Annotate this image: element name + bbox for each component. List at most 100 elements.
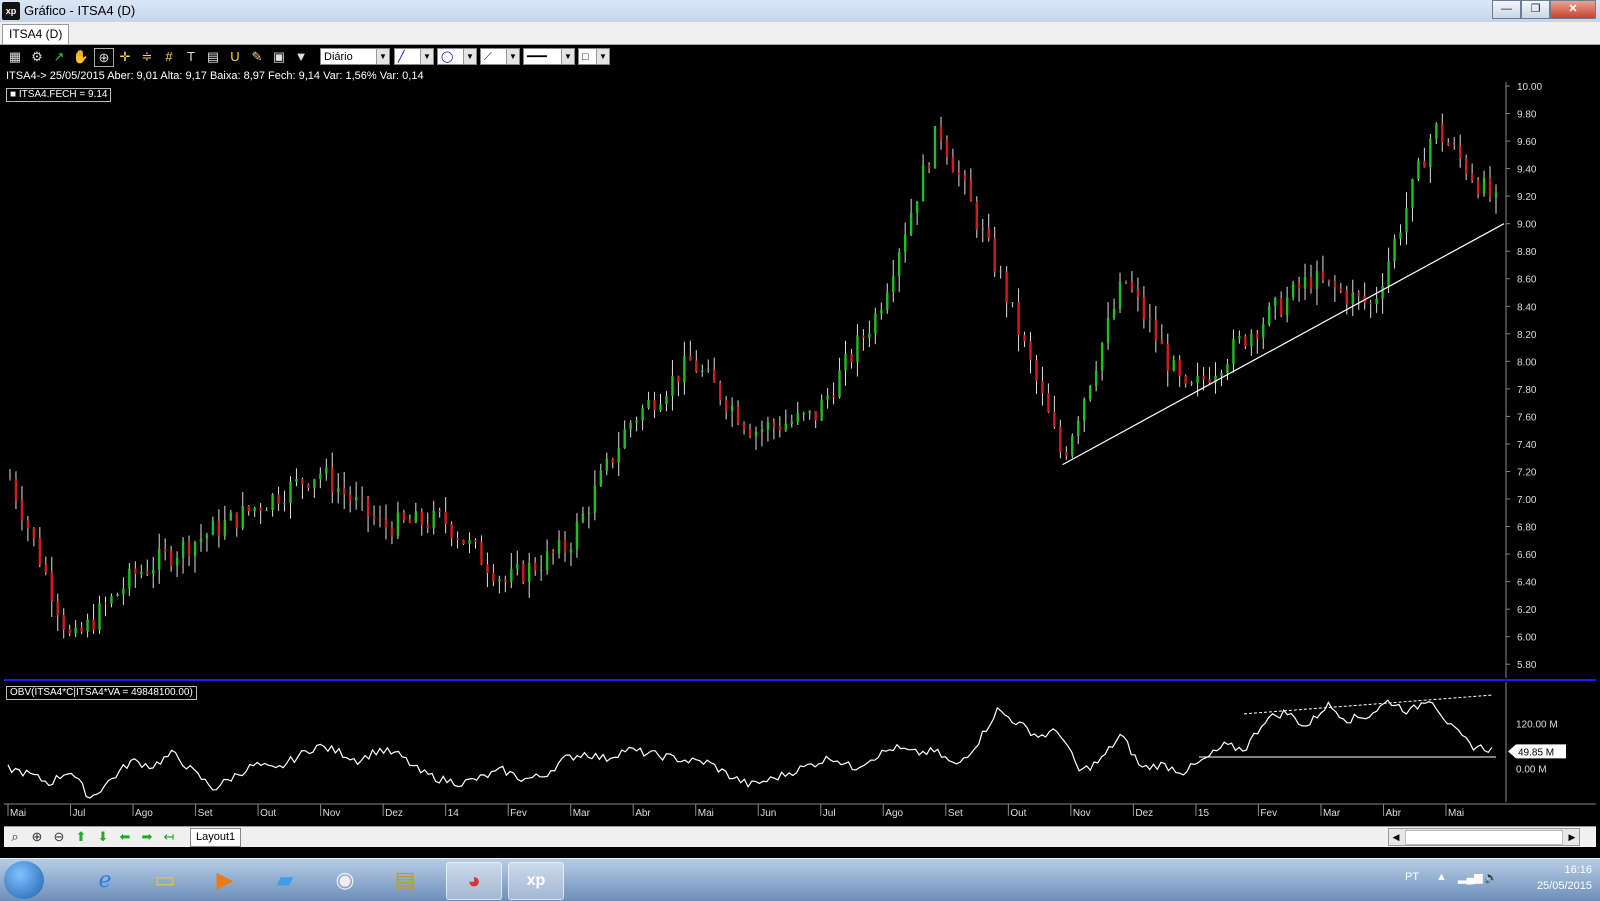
price-tick-label: 8.40 xyxy=(1517,302,1537,313)
scroll-right-icon[interactable]: ▶ xyxy=(1565,829,1579,845)
remote-desktop-icon[interactable]: ▰ xyxy=(258,862,312,898)
candle-body xyxy=(1476,180,1480,194)
candle-body xyxy=(1112,308,1116,318)
media-player-icon[interactable]: ▶ xyxy=(198,862,252,898)
tray-arrow-icon[interactable]: ▲ xyxy=(1436,871,1447,883)
close-button[interactable]: ✕ xyxy=(1550,0,1596,19)
candle-body xyxy=(420,511,423,525)
time-tick-label: Nov xyxy=(323,808,341,819)
time-tick-label: Mar xyxy=(1323,808,1341,819)
candle-body xyxy=(754,431,758,437)
candle-body xyxy=(683,355,686,383)
candle-body xyxy=(1053,412,1056,427)
candle-body xyxy=(635,420,638,423)
candle-body xyxy=(408,519,412,523)
time-tick-label: 14 xyxy=(448,808,460,819)
time-tick-label: Ago xyxy=(135,808,153,819)
scroll-left-icon[interactable]: ◀ xyxy=(1389,829,1403,845)
candle-body xyxy=(921,165,925,202)
time-tick-label: Mai xyxy=(1448,808,1464,819)
time-tick-label: Ago xyxy=(885,808,903,819)
candle-body xyxy=(193,542,197,557)
tab-itsa4[interactable]: ITSA4 (D) xyxy=(2,24,70,44)
internet-explorer-icon[interactable]: ℯ xyxy=(78,862,132,898)
candle-body xyxy=(146,571,149,574)
candle-body xyxy=(736,406,740,424)
candle-body xyxy=(426,524,429,529)
candle-body xyxy=(187,541,191,557)
arrow-right-icon[interactable]: ➡ xyxy=(138,829,156,845)
horizontal-scrollbar[interactable]: ◀ ▶ xyxy=(1388,828,1580,846)
price-tick-label: 6.20 xyxy=(1517,605,1537,616)
candle-body xyxy=(68,629,71,634)
chart-canvas[interactable]: 10.00 9.80 9.60 9.40 9.20 9.00 8.80 8.60 8.40 8.2… xyxy=(4,46,1596,826)
candle-body xyxy=(1482,178,1486,194)
candle-body xyxy=(1429,138,1432,168)
layout-tab[interactable]: Layout1 xyxy=(190,828,242,847)
candle-body xyxy=(993,237,996,273)
window-title: Gráfico - ITSA4 (D) xyxy=(24,3,136,18)
candle-body xyxy=(1077,420,1080,437)
language-indicator[interactable]: PT xyxy=(1405,871,1419,883)
time-tick-label: Abr xyxy=(1385,808,1401,819)
candle-body xyxy=(605,458,608,472)
price-tick-label: 7.40 xyxy=(1517,440,1537,451)
candle-body xyxy=(957,172,961,175)
candle-body xyxy=(898,252,901,277)
candle-body xyxy=(1321,271,1325,281)
candle-body xyxy=(163,549,167,552)
candle-body xyxy=(838,370,841,398)
start-button[interactable] xyxy=(4,861,44,899)
minimize-button[interactable]: — xyxy=(1492,0,1521,19)
candle-body xyxy=(474,539,477,542)
volume-icon[interactable]: 🔈 xyxy=(1484,871,1498,884)
hp-icon[interactable]: ◉ xyxy=(318,862,372,898)
candle-body xyxy=(1226,364,1229,374)
restore-button[interactable]: ❐ xyxy=(1521,0,1550,19)
candle-body xyxy=(468,539,471,545)
candle-body xyxy=(56,600,59,616)
candle-body xyxy=(802,413,805,415)
candle-body xyxy=(414,511,418,523)
zoom-out-icon[interactable]: ⊖ xyxy=(50,829,68,845)
scroll-thumb[interactable] xyxy=(1405,830,1563,845)
time-tick-label: Out xyxy=(1010,808,1026,819)
zoom-icon[interactable]: ⌕ xyxy=(6,829,24,845)
candle-body xyxy=(1315,271,1319,290)
candle-body xyxy=(868,333,871,338)
candle-body xyxy=(677,375,680,383)
candle-body xyxy=(1309,276,1313,290)
candle-body xyxy=(1435,123,1438,139)
arrow-up-icon[interactable]: ⬆ xyxy=(72,829,90,845)
candle-body xyxy=(283,503,286,505)
arrow-return-icon[interactable]: ↤ xyxy=(160,829,178,845)
candle-body xyxy=(689,355,692,361)
candle-body xyxy=(74,627,77,634)
candle-body xyxy=(545,551,549,571)
clock[interactable]: 16:16 25/05/2015 xyxy=(1537,862,1592,894)
candle-body xyxy=(1345,290,1349,304)
candle-body xyxy=(563,540,567,553)
network-icon[interactable]: ▂▄▆ xyxy=(1458,871,1483,884)
price-tick-label: 8.20 xyxy=(1517,330,1537,341)
candle-body xyxy=(1327,280,1331,282)
candle-body xyxy=(927,165,931,169)
time-axis: Mai Jul Ago Set Out Nov Dez 14 Fev Mar Abr Mai Jun Ju… xyxy=(4,803,1596,819)
windows-taskbar: ℯ ▭ ▶ ▰ ◉ ▤ ◕ xp PT ▲ ▂▄▆ 🔈 16:16 25/05/… xyxy=(0,858,1600,901)
zoom-in-icon[interactable]: ⊕ xyxy=(28,829,46,845)
arrow-left-icon[interactable]: ⬅ xyxy=(116,829,134,845)
candle-body xyxy=(623,429,626,448)
scanner-icon[interactable]: ▤ xyxy=(378,862,432,898)
candle-body xyxy=(265,509,268,511)
candle-body xyxy=(1047,393,1050,413)
folder-icon[interactable]: ▭ xyxy=(138,862,192,898)
candle-body xyxy=(528,562,531,582)
candle-body xyxy=(1029,341,1032,360)
chrome-icon[interactable]: ◕ xyxy=(446,862,502,900)
xp-app-taskbar-icon[interactable]: xp xyxy=(508,862,564,900)
time-tick-label: Mai xyxy=(698,808,714,819)
candle-body xyxy=(325,467,328,474)
candle-body xyxy=(1297,283,1301,289)
candle-body xyxy=(1094,370,1098,386)
arrow-down-icon[interactable]: ⬇ xyxy=(94,829,112,845)
